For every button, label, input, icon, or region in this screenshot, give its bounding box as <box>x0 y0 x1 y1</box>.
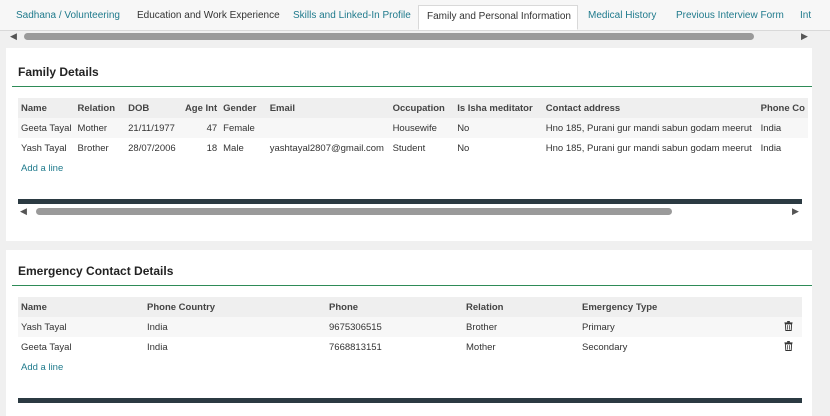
family-table: Name Relation DOB Age Int Gender Email O… <box>18 98 808 178</box>
column-header[interactable]: Phone <box>326 297 463 317</box>
emergency-contact-panel: Emergency Contact Details Name Phone Cou… <box>6 250 812 416</box>
section-divider <box>12 285 812 286</box>
trash-icon[interactable] <box>784 340 793 351</box>
table-row[interactable]: Yash Tayal India 9675306515 Brother Prim… <box>18 317 802 337</box>
column-header[interactable]: Emergency Type <box>579 297 775 317</box>
delete-cell <box>775 317 802 337</box>
add-line-link[interactable]: Add a line <box>18 158 808 178</box>
delete-cell <box>775 337 802 357</box>
tab-family-personal[interactable]: Family and Personal Information <box>418 5 578 30</box>
column-header[interactable]: Age Int <box>181 98 221 118</box>
add-line-link[interactable]: Add a line <box>18 357 802 377</box>
cell-age[interactable]: 18 <box>181 138 221 158</box>
column-header[interactable]: Is Isha meditator <box>454 98 543 118</box>
column-header[interactable]: DOB <box>125 98 182 118</box>
cell-name[interactable]: Yash Tayal <box>18 317 144 337</box>
add-line-row: Add a line <box>18 158 808 178</box>
cell-emergency-type[interactable]: Primary <box>579 317 775 337</box>
cell-phone-country[interactable]: India <box>144 337 326 357</box>
section-divider <box>12 86 812 87</box>
cell-name[interactable]: Geeta Tayal <box>18 337 144 357</box>
column-header[interactable]: Name <box>18 98 75 118</box>
family-table-scrollbar[interactable]: ◀ ▶ <box>18 206 802 216</box>
emergency-contact-title: Emergency Contact Details <box>18 264 174 278</box>
family-details-title: Family Details <box>18 65 99 79</box>
table-footer-bar <box>18 398 802 403</box>
triangle-right-icon[interactable]: ▶ <box>792 206 799 216</box>
cell-phone-country[interactable]: India <box>144 317 326 337</box>
cell-phone[interactable]: 9675306515 <box>326 317 463 337</box>
tab-skills-linkedin[interactable]: Skills and Linked-In Profile <box>285 5 415 30</box>
column-header-actions <box>775 297 802 317</box>
triangle-left-icon[interactable]: ◀ <box>20 206 27 216</box>
scrollbar-thumb[interactable] <box>36 208 672 215</box>
column-header[interactable]: Gender <box>220 98 267 118</box>
cell-email[interactable]: yashtayal2807@gmail.com <box>266 138 390 158</box>
column-header[interactable]: Phone Co <box>757 98 808 118</box>
cell-address[interactable]: Hno 185, Purani gur mandi sabun godam me… <box>542 118 758 138</box>
column-header[interactable]: Phone Country <box>144 297 326 317</box>
tab-education-work[interactable]: Education and Work Experience <box>129 5 281 30</box>
tab-sadhana-volunteering[interactable]: Sadhana / Volunteering <box>8 5 126 30</box>
tab-int[interactable]: Int <box>792 5 830 30</box>
cell-age[interactable]: 47 <box>181 118 221 138</box>
table-row[interactable]: Geeta Tayal India 7668813151 Mother Seco… <box>18 337 802 357</box>
cell-gender[interactable]: Male <box>220 138 267 158</box>
cell-address[interactable]: Hno 185, Purani gur mandi sabun godam me… <box>542 138 758 158</box>
cell-relation[interactable]: Mother <box>463 337 579 357</box>
trash-icon[interactable] <box>784 320 793 331</box>
tab-previous-interview[interactable]: Previous Interview Form <box>668 5 788 30</box>
table-row[interactable]: Yash Tayal Brother 28/07/2006 18 Male ya… <box>18 138 808 158</box>
cell-meditator[interactable]: No <box>454 138 543 158</box>
scrollbar-thumb[interactable] <box>24 33 754 40</box>
cell-relation[interactable]: Brother <box>74 138 126 158</box>
column-header[interactable]: Occupation <box>389 98 455 118</box>
cell-dob[interactable]: 21/11/1977 <box>125 118 182 138</box>
tab-strip: Sadhana / Volunteering Education and Wor… <box>0 0 830 31</box>
cell-email[interactable] <box>266 118 390 138</box>
triangle-left-icon[interactable]: ◀ <box>10 31 17 41</box>
column-header[interactable]: Email <box>266 98 390 118</box>
cell-relation[interactable]: Brother <box>463 317 579 337</box>
family-details-panel: Family Details Name Relation DOB Age Int… <box>6 48 812 241</box>
cell-emergency-type[interactable]: Secondary <box>579 337 775 357</box>
table-row[interactable]: Geeta Tayal Mother 21/11/1977 47 Female … <box>18 118 808 138</box>
cell-occupation[interactable]: Student <box>389 138 455 158</box>
cell-gender[interactable]: Female <box>220 118 267 138</box>
cell-name[interactable]: Geeta Tayal <box>18 118 75 138</box>
column-header[interactable]: Relation <box>74 98 126 118</box>
tab-medical-history[interactable]: Medical History <box>580 5 666 30</box>
emergency-table: Name Phone Country Phone Relation Emerge… <box>18 297 802 377</box>
cell-occupation[interactable]: Housewife <box>389 118 455 138</box>
cell-phone-country[interactable]: India <box>757 138 808 158</box>
column-header[interactable]: Relation <box>463 297 579 317</box>
add-line-row: Add a line <box>18 357 802 377</box>
cell-relation[interactable]: Mother <box>74 118 126 138</box>
column-header[interactable]: Contact address <box>542 98 758 118</box>
table-footer-bar <box>18 199 802 204</box>
tabs-scrollbar[interactable]: ◀ ▶ <box>8 31 812 41</box>
triangle-right-icon[interactable]: ▶ <box>801 31 808 41</box>
cell-phone-country[interactable]: India <box>757 118 808 138</box>
cell-name[interactable]: Yash Tayal <box>18 138 75 158</box>
cell-dob[interactable]: 28/07/2006 <box>125 138 182 158</box>
column-header[interactable]: Name <box>18 297 144 317</box>
cell-meditator[interactable]: No <box>454 118 543 138</box>
cell-phone[interactable]: 7668813151 <box>326 337 463 357</box>
